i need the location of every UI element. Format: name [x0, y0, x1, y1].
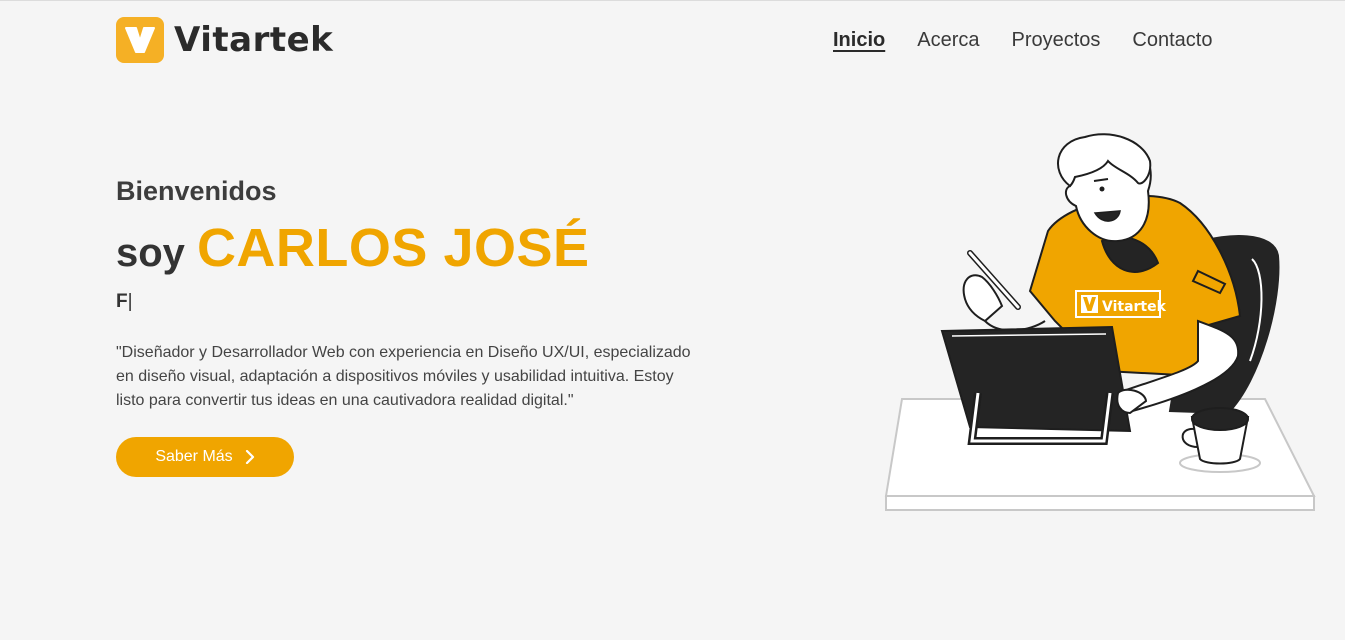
nav-link-contacto[interactable]: Contacto — [1132, 29, 1212, 52]
nav-link-acerca[interactable]: Acerca — [917, 29, 979, 52]
chevron-right-icon — [245, 450, 255, 464]
typing-cursor: | — [127, 291, 133, 312]
hero-name: CARLOS JOSÉ — [196, 218, 590, 278]
main-nav: Inicio Acerca Proyectos Contacto — [833, 29, 1212, 52]
logo-link[interactable]: Vitartek — [116, 17, 333, 63]
saber-mas-label: Saber Más — [155, 448, 233, 465]
hero-description: "Diseñador y Desarrollador Web con exper… — [116, 344, 691, 409]
site-header: Vitartek Inicio Acerca Proyectos Contact… — [0, 1, 1345, 81]
hero-intro: soy — [116, 231, 185, 275]
nav-link-inicio[interactable]: Inicio — [833, 29, 885, 52]
hero-section: Bienvenidos soy CARLOS JOSÉ F| "Diseñado… — [116, 176, 716, 477]
saber-mas-button[interactable]: Saber Más — [116, 437, 294, 477]
hero-name-line: soy CARLOS JOSÉ — [116, 217, 716, 279]
typed-role-text: F| — [116, 291, 716, 315]
logo-text: Vitartek — [174, 20, 334, 60]
logo-mark-icon — [116, 17, 164, 63]
shirt-logo-text: Vitartek — [1102, 299, 1167, 315]
nav-link-proyectos[interactable]: Proyectos — [1011, 29, 1100, 52]
designer-at-desk-illustration: Vitartek — [884, 133, 1316, 511]
hero-illustration: Vitartek — [880, 131, 1320, 516]
hero-greeting: Bienvenidos — [116, 176, 277, 206]
typed-text: F — [116, 291, 128, 312]
